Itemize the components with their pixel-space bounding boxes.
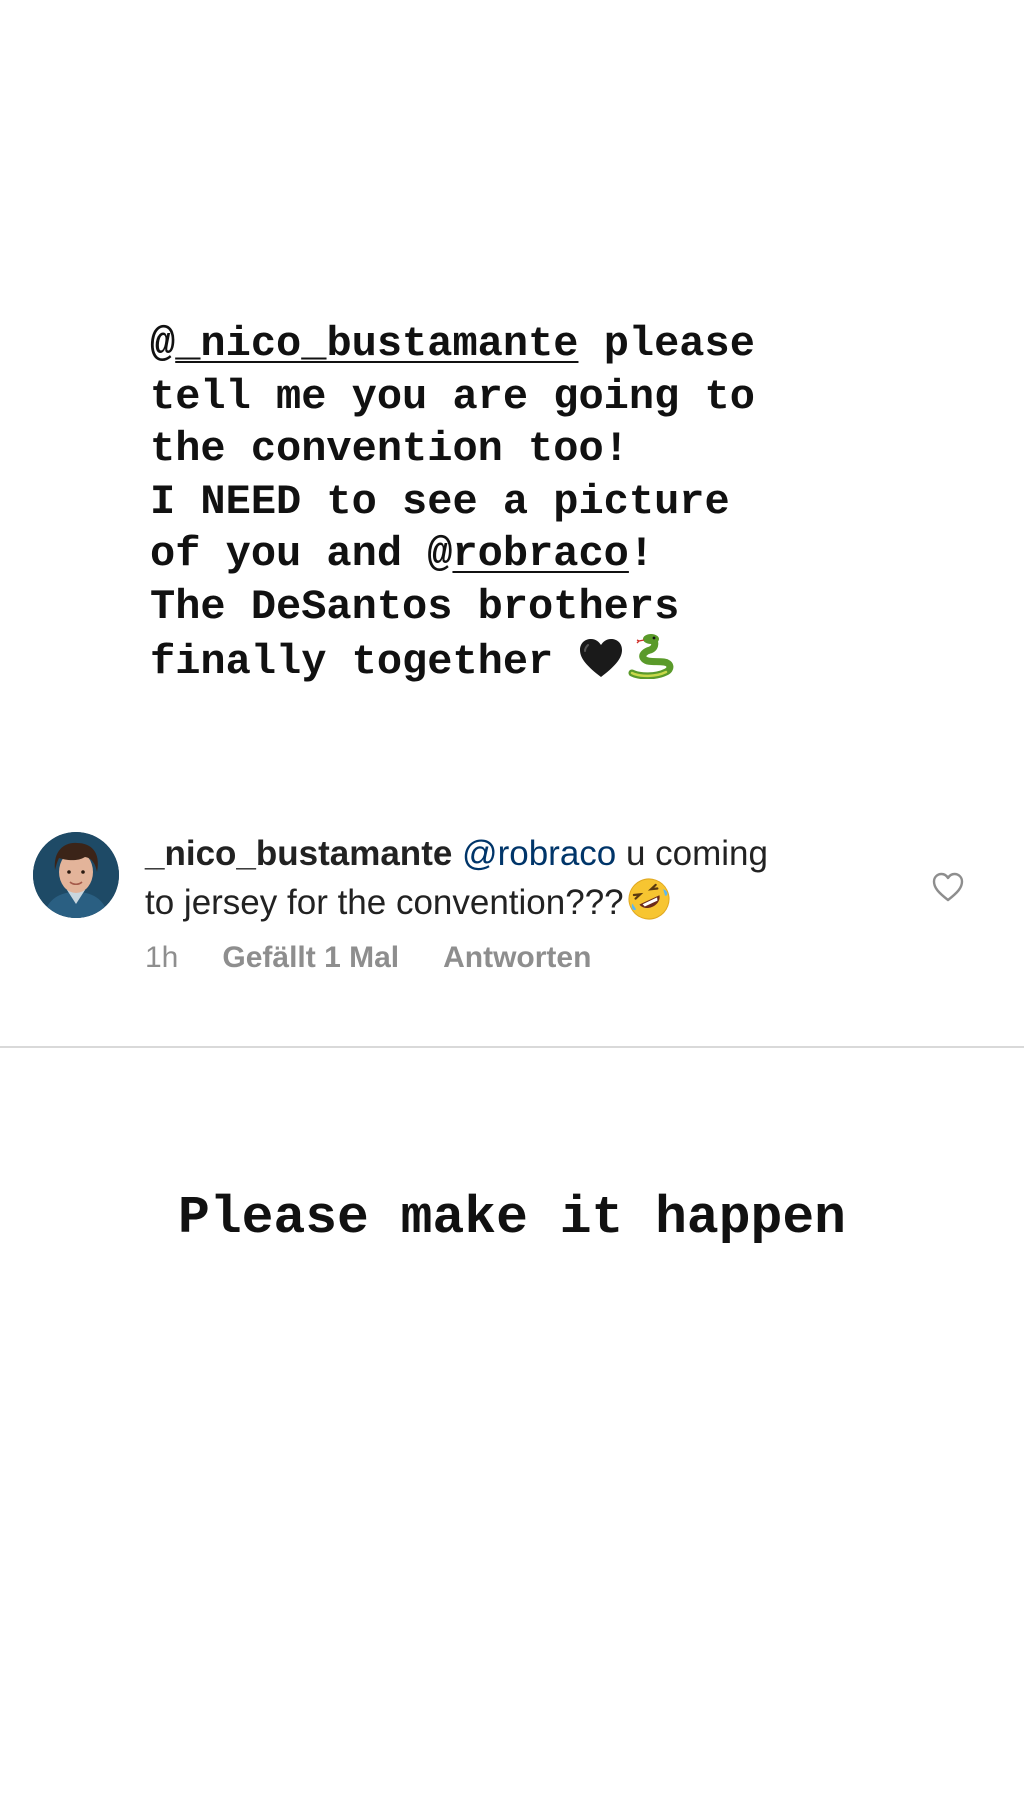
- story-line-6: The DeSantos brothers: [150, 582, 680, 631]
- story-exclamation: !: [628, 530, 655, 578]
- story-line-1: @_nico_bustamante please: [150, 318, 950, 371]
- comment: _nico_bustamante @robraco u coming to je…: [0, 826, 1024, 1046]
- story-caption: Please make it happen: [178, 1188, 846, 1248]
- comment-mention[interactable]: @robraco: [462, 834, 616, 873]
- story-line-2: tell me you are going to: [150, 372, 755, 421]
- story-line-3: the convention too!: [150, 425, 629, 473]
- comment-meta: 1h Gefällt 1 Mal Antworten: [145, 940, 845, 976]
- comment-likes-count[interactable]: Gefällt 1 Mal: [222, 941, 399, 974]
- story-line-5: of you and @robraco!: [150, 528, 950, 581]
- story-line-7: finally together: [150, 633, 950, 686]
- story-at-sign: @: [150, 320, 176, 368]
- story-line-5-text: of you and @: [150, 530, 453, 578]
- divider: [0, 1046, 1024, 1048]
- snake-icon: [626, 633, 674, 695]
- like-button[interactable]: [931, 870, 965, 904]
- comment-text-part2: to jersey for the convention???: [145, 883, 624, 922]
- story-text: @_nico_bustamante please tell me you are…: [150, 318, 950, 686]
- reply-button[interactable]: Antworten: [443, 941, 591, 974]
- profile-photo-avatar-icon: [33, 832, 119, 918]
- story-line-7-text: finally together: [150, 638, 579, 686]
- comment-text: _nico_bustamante @robraco u coming to je…: [145, 832, 865, 933]
- comment-text-part1: u coming: [616, 834, 768, 873]
- avatar[interactable]: [33, 832, 119, 918]
- comment-time: 1h: [145, 941, 179, 974]
- black-heart-icon: [578, 637, 624, 695]
- mention-robraco[interactable]: robraco: [452, 530, 628, 578]
- story-line-1-text: please: [578, 320, 755, 368]
- mention-nico-bustamante[interactable]: _nico_bustamante: [175, 320, 578, 368]
- comment-username[interactable]: _nico_bustamante: [145, 834, 452, 873]
- rolling-on-floor-laughing-icon: [626, 876, 672, 933]
- heart-outline-icon: [932, 872, 964, 902]
- story-line-4: I NEED to see a picture: [150, 477, 730, 526]
